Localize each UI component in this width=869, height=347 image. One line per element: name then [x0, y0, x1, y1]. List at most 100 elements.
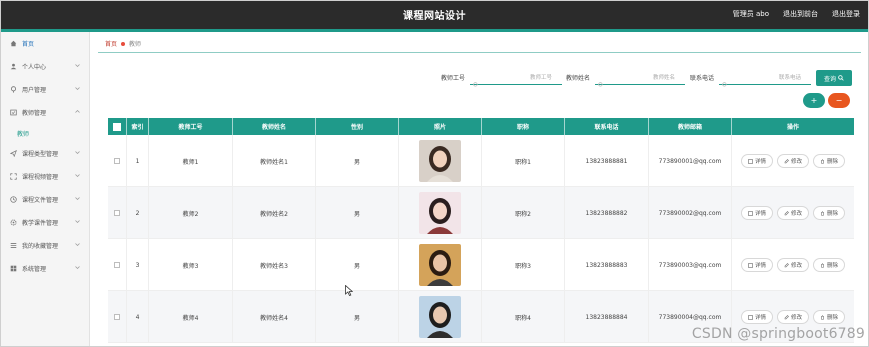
- sidebar-item-course-types[interactable]: 课程类型管理: [1, 142, 89, 165]
- table-cell: 13823888882: [565, 187, 649, 239]
- teacher-photo[interactable]: [419, 296, 461, 338]
- top-header: 课程网站设计 管理员 abo 退出到前台 退出登录: [1, 1, 868, 32]
- table-cell: 13823888881: [565, 135, 649, 187]
- table-row: 2 教师2 教师姓名2 男 职称2 13823888882 773890002@qq.com…: [108, 187, 854, 239]
- delete-button[interactable]: 删除: [813, 154, 846, 168]
- sidebar-item-course-videos[interactable]: 课程视频管理: [1, 165, 89, 188]
- table-cell: 详情 修改 删除: [732, 187, 854, 239]
- chevron-down-icon: [75, 265, 80, 270]
- action-label: 修改: [790, 211, 802, 217]
- edit-button[interactable]: 修改: [776, 310, 809, 324]
- search-label-teacher-name: 教师姓名: [566, 75, 591, 82]
- select-all-cell[interactable]: [108, 118, 127, 135]
- cell-email: 773890002@qq.com: [658, 209, 722, 217]
- cell-teacher-name: 教师姓名3: [260, 262, 288, 270]
- breadcrumb-current: 教师: [129, 41, 142, 48]
- delete-button[interactable]: 删除: [813, 258, 846, 272]
- batch-delete-button[interactable]: −: [828, 93, 850, 108]
- cell-phone: 13823888884: [585, 313, 628, 321]
- search-icon: [838, 75, 844, 81]
- search-icon: [598, 73, 604, 87]
- table-cell: [399, 135, 482, 187]
- sidebar-item-label: 教学课件管理: [22, 220, 59, 227]
- sidebar-item-courseware[interactable]: 教学课件管理: [1, 211, 89, 234]
- table-row: 1 教师1 教师姓名1 男 职称1 13823888881 773890001@qq.com…: [108, 135, 854, 187]
- sidebar: 首页 个人中心 用户管理 教师管理 教师 课程类型管理 课程视频管理 课程文件管…: [1, 32, 90, 346]
- table-cell: [108, 291, 127, 343]
- breadcrumb-divider: [98, 52, 861, 53]
- table-cell: 教师姓名3: [233, 239, 316, 291]
- action-label: 删除: [827, 315, 839, 321]
- delete-button[interactable]: 删除: [813, 310, 846, 324]
- table-cell: 2: [127, 187, 149, 239]
- sidebar-item-course-files[interactable]: 课程文件管理: [1, 188, 89, 211]
- list-icon: [10, 242, 17, 249]
- sidebar-item-profile[interactable]: 个人中心: [1, 55, 89, 78]
- table-cell: 13823888883: [565, 239, 649, 291]
- row-checkbox[interactable]: [114, 210, 120, 216]
- teacher-photo[interactable]: [419, 192, 461, 234]
- sidebar-item-teachers[interactable]: 教师管理: [1, 101, 89, 124]
- logout-link[interactable]: 退出登录: [832, 9, 860, 19]
- sidebar-item-system[interactable]: 系统管理: [1, 257, 89, 280]
- query-button[interactable]: 查询: [816, 70, 852, 86]
- detail-button[interactable]: 详情: [740, 258, 773, 272]
- table-cell: 1: [127, 135, 149, 187]
- row-actions: 详情 修改 删除: [740, 310, 846, 324]
- edit-button[interactable]: 修改: [776, 154, 809, 168]
- cell-index: 2: [135, 209, 140, 217]
- phone-placeholder: 联系电话: [778, 75, 801, 81]
- teacher-id-input[interactable]: 教师工号: [470, 69, 562, 87]
- action-label: 详情: [754, 263, 766, 269]
- detail-button[interactable]: 详情: [740, 310, 773, 324]
- teacher-photo[interactable]: [419, 244, 461, 286]
- table-cell: 教师姓名4: [233, 291, 316, 343]
- detail-button[interactable]: 详情: [740, 206, 773, 220]
- trash-icon: [820, 314, 825, 320]
- table-cell: 详情 修改 删除: [732, 239, 854, 291]
- sidebar-item-users[interactable]: 用户管理: [1, 78, 89, 101]
- table-cell: [399, 239, 482, 291]
- select-all-checkbox[interactable]: [113, 122, 121, 131]
- table-cell: 4: [127, 291, 149, 343]
- admin-user-label: 管理员 abo: [732, 10, 769, 18]
- breadcrumb-home[interactable]: 首页: [105, 39, 117, 48]
- sidebar-subitem-teacher[interactable]: 教师: [1, 124, 89, 142]
- teacher-icon: [10, 109, 17, 116]
- cell-gender: 男: [353, 262, 360, 270]
- table-cell: 男: [316, 187, 399, 239]
- row-checkbox[interactable]: [114, 262, 120, 268]
- action-label: 修改: [790, 315, 802, 321]
- chevron-down-icon: [75, 219, 80, 224]
- table-cell: 13823888884: [565, 291, 649, 343]
- pencil-icon: [784, 262, 789, 268]
- sidebar-item-favorites[interactable]: 我的收藏管理: [1, 234, 89, 257]
- chevron-down-icon: [75, 173, 80, 178]
- table-cell: 职称3: [482, 239, 565, 291]
- search-icon: [722, 73, 728, 87]
- sidebar-item-home[interactable]: 首页: [1, 32, 89, 55]
- table-cell: 教师姓名1: [233, 135, 316, 187]
- teacher-name-input[interactable]: 教师姓名: [595, 69, 685, 87]
- table-header: 索引 教师工号 教师姓名 性别 照片 职称 联系电话 教师邮箱 操作: [108, 118, 854, 135]
- delete-button[interactable]: 删除: [813, 206, 846, 220]
- document-icon: [748, 262, 753, 268]
- search-label-phone: 联系电话: [690, 75, 715, 82]
- edit-button[interactable]: 修改: [776, 258, 809, 272]
- detail-button[interactable]: 详情: [740, 154, 773, 168]
- row-checkbox[interactable]: [114, 158, 120, 164]
- edit-button[interactable]: 修改: [776, 206, 809, 220]
- exit-to-frontend-link[interactable]: 退出到前台: [783, 9, 818, 19]
- cell-gender: 男: [353, 314, 360, 322]
- row-checkbox[interactable]: [114, 314, 120, 320]
- send-icon: [10, 150, 17, 157]
- add-button[interactable]: +: [803, 93, 825, 108]
- column-header: 职称: [482, 118, 565, 135]
- phone-input[interactable]: 联系电话: [719, 69, 811, 87]
- row-actions: 详情 修改 删除: [740, 154, 846, 168]
- table-cell: 教师1: [149, 135, 233, 187]
- action-label: 删除: [827, 211, 839, 217]
- breadcrumb-separator: [121, 41, 126, 46]
- teacher-photo[interactable]: [419, 140, 461, 182]
- pencil-icon: [784, 158, 789, 164]
